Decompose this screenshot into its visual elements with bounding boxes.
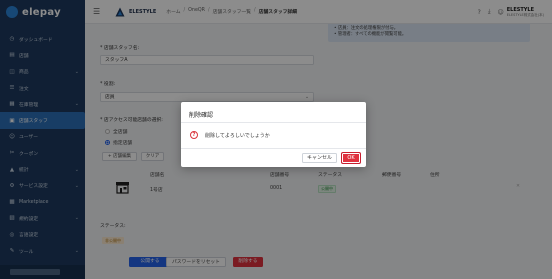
cancel-button[interactable]: キャンセル: [302, 153, 337, 163]
dialog-message: 削除してよろしいでしょうか: [205, 133, 270, 139]
dialog-divider: [181, 148, 366, 149]
dialog-divider: [181, 122, 366, 123]
delete-confirm-dialog: 削除確認 ? 削除してよろしいでしょうか キャンセル OK: [181, 102, 366, 167]
ok-button[interactable]: OK: [341, 152, 361, 164]
question-icon: ?: [190, 131, 198, 139]
dialog-title: 削除確認: [189, 112, 214, 119]
